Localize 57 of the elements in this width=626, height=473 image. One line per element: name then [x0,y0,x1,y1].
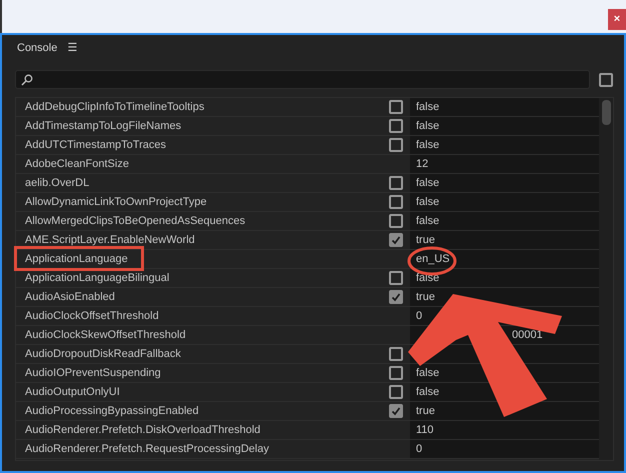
checkbox[interactable] [599,72,613,86]
setting-name: AME.ScriptLayer.EnableNewWorld [25,233,195,247]
checkbox[interactable] [389,366,403,380]
checkbox[interactable] [389,214,403,228]
checkbox[interactable] [389,195,403,209]
setting-value[interactable]: 0 [416,442,422,456]
scrollbar[interactable] [599,98,613,460]
setting-name: AdobeCleanFontSize [25,157,129,171]
checkbox[interactable] [389,176,403,190]
setting-name: AddUTCTimestampToTraces [25,138,166,152]
setting-value[interactable]: 110 [416,423,434,437]
setting-value[interactable]: false [416,138,440,152]
setting-name: AudioOutputOnlyUI [25,385,120,399]
setting-value[interactable]: false [416,195,440,209]
setting-value[interactable]: false [416,100,440,114]
setting-name: AudioAsioEnabled [25,290,115,304]
checkbox[interactable] [389,347,403,361]
setting-name: AudioClockOffsetThreshold [25,309,159,323]
setting-value[interactable]: false [416,366,440,380]
setting-value[interactable]: true [416,233,435,247]
setting-value[interactable]: 12 [416,157,428,171]
setting-value[interactable]: 0 [416,309,422,323]
checkbox[interactable] [389,138,403,152]
close-button[interactable]: × [608,9,626,30]
checkbox[interactable] [389,100,403,114]
setting-value[interactable]: false [416,119,440,133]
setting-name: AudioClockSkewOffsetThreshold [25,328,186,342]
checkbox[interactable] [389,290,403,304]
setting-value[interactable]: 00001 [512,328,543,342]
setting-value[interactable]: true [416,290,435,304]
checkbox[interactable] [389,385,403,399]
setting-value[interactable]: false [416,176,440,190]
setting-name: ApplicationLanguage [25,252,128,266]
setting-name: AudioDropoutDiskReadFallback [25,347,181,361]
setting-value[interactable]: false [416,271,440,285]
search-icon [21,74,33,86]
setting-value[interactable]: true [416,404,435,418]
checkbox[interactable] [389,233,403,247]
setting-name: aelib.OverDL [25,176,90,190]
panel-title: Console [17,41,58,56]
setting-name: AllowMergedClipsToBeOpenedAsSequences [25,214,246,228]
setting-name: AllowDynamicLinkToOwnProjectType [25,195,207,209]
setting-value[interactable]: en_US [416,252,450,266]
setting-name: AudioRenderer.Prefetch.RequestProcessingDelay [25,442,269,456]
checkbox[interactable] [389,119,403,133]
setting-name: AddDebugClipInfoToTimelineTooltips [25,100,204,114]
setting-name: AudioProcessingBypassingEnabled [25,404,199,418]
setting-name: AudioIOPreventSuspending [25,366,161,380]
checkbox[interactable] [389,271,403,285]
checkbox[interactable] [389,404,403,418]
setting-value[interactable]: false [416,385,440,399]
setting-name: AudioRenderer.Prefetch.DiskOverloadThreshold [25,423,260,437]
search-field[interactable] [15,70,590,89]
setting-name: ApplicationLanguageBilingual [25,271,170,285]
setting-name: AddTimestampToLogFileNames [25,119,182,133]
panel-menu[interactable]: ☰ [67,40,78,57]
setting-value[interactable]: false [416,214,440,228]
